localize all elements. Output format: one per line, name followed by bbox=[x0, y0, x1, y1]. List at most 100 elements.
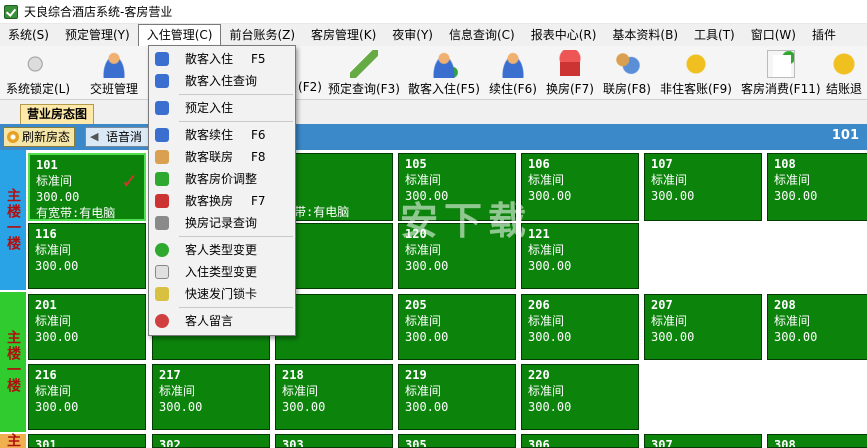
change-room-button[interactable]: 换房(F7) bbox=[546, 48, 594, 98]
menu-item-issue-key-card[interactable]: 快速发门锁卡 bbox=[149, 283, 295, 305]
room-card-206[interactable]: 206 标准间 300.00 bbox=[521, 294, 639, 360]
non-guest-account-button[interactable]: 非住客账(F9) bbox=[660, 48, 732, 98]
extend-stay-button[interactable]: 续住(F6) bbox=[489, 48, 537, 98]
menu-item-walk-in-query[interactable]: 散客入住查询 bbox=[149, 70, 295, 92]
room-amenities: 有宽带:有电脑 bbox=[36, 206, 116, 220]
room-card-108[interactable]: 108 标准间 300.00 bbox=[767, 153, 867, 221]
lock-system-button[interactable]: 系统锁定(L) bbox=[6, 48, 70, 98]
menu-item-guest-message[interactable]: 客人留言 bbox=[149, 310, 295, 332]
voice-message-button[interactable]: 语音消 bbox=[85, 127, 155, 147]
checkout-button[interactable]: 结账退 bbox=[826, 48, 862, 98]
room-card-217[interactable]: 217 标准间 300.00 bbox=[152, 364, 270, 430]
tab-room-status[interactable]: 营业房态图 bbox=[20, 104, 95, 124]
menu-item-shortcut: F5 bbox=[251, 52, 266, 66]
menu-item-label: 散客入住 bbox=[185, 52, 234, 66]
room-number: 107 bbox=[651, 157, 673, 171]
f2-button[interactable]: (F2) bbox=[296, 48, 324, 98]
menu-item-label: 散客续住 bbox=[185, 128, 234, 142]
handover-person-icon bbox=[100, 50, 128, 78]
menu-base-data[interactable]: 基本资料(B) bbox=[604, 24, 686, 46]
room-type: 标准间 bbox=[651, 314, 688, 328]
room-card-107[interactable]: 107 标准间 300.00 bbox=[644, 153, 762, 221]
menu-separator bbox=[179, 94, 293, 95]
room-card-305[interactable]: 305 bbox=[398, 434, 516, 448]
menu-checkin[interactable]: 入住管理(C) bbox=[137, 24, 222, 46]
link-room-button[interactable]: 联房(F8) bbox=[603, 48, 651, 98]
menu-item-walk-in-checkin[interactable]: 散客入住 F5 bbox=[149, 48, 295, 70]
message-icon bbox=[155, 314, 169, 328]
menu-item-rate-adjust[interactable]: 散客房价调整 bbox=[149, 168, 295, 190]
room-number: 105 bbox=[405, 157, 427, 171]
room-card-306[interactable]: 306 bbox=[521, 434, 639, 448]
room-number: 219 bbox=[405, 368, 427, 382]
menu-separator bbox=[179, 236, 293, 237]
menu-plugins[interactable]: 插件 bbox=[804, 24, 844, 46]
menu-info-query[interactable]: 信息查询(C) bbox=[441, 24, 523, 46]
room-number: 301 bbox=[35, 438, 57, 448]
room-type: 标准间 bbox=[651, 173, 688, 187]
extend-stay-icon bbox=[498, 50, 527, 78]
menu-separator bbox=[179, 307, 293, 308]
room-number: 217 bbox=[159, 368, 181, 382]
room-card-116[interactable]: 116 标准间 300.00 bbox=[28, 223, 146, 289]
room-card-205[interactable]: 205 标准间 300.00 bbox=[398, 294, 516, 360]
room-card-303[interactable]: 303 bbox=[275, 434, 393, 448]
menu-item-guest-type-change[interactable]: 客人类型变更 bbox=[149, 239, 295, 261]
menu-item-link-room[interactable]: 散客联房 F8 bbox=[149, 146, 295, 168]
add-guest-icon bbox=[429, 50, 458, 78]
menu-reports[interactable]: 报表中心(R) bbox=[523, 24, 605, 46]
menu-night-audit[interactable]: 夜审(Y) bbox=[384, 24, 441, 46]
room-card-207[interactable]: 207 标准间 300.00 bbox=[644, 294, 762, 360]
room-card-121[interactable]: 121 标准间 300.00 bbox=[521, 223, 639, 289]
room-card-218[interactable]: 218 标准间 300.00 bbox=[275, 364, 393, 430]
checkin-dropdown-menu: 散客入住 F5 散客入住查询 预定入住 散客续住 F6 散客联房 F8 散客房价… bbox=[148, 45, 296, 336]
shift-handover-button[interactable]: 交班管理 bbox=[90, 48, 138, 98]
room-number: 302 bbox=[159, 438, 181, 448]
menu-window[interactable]: 窗口(W) bbox=[743, 24, 804, 46]
room-number: 216 bbox=[35, 368, 57, 382]
room-type: 标准间 bbox=[159, 384, 196, 398]
menu-reservation[interactable]: 预定管理(Y) bbox=[57, 24, 138, 46]
room-consumption-button[interactable]: 客房消费(F11) bbox=[741, 48, 821, 98]
menu-item-reservation-checkin[interactable]: 预定入住 bbox=[149, 97, 295, 119]
refresh-status-button[interactable]: 刷新房态 bbox=[3, 127, 76, 147]
room-card-302[interactable]: 302 bbox=[152, 434, 270, 448]
room-price: 300.00 bbox=[528, 400, 572, 414]
menu-system[interactable]: 系统(S) bbox=[0, 24, 57, 46]
room-number: 220 bbox=[528, 368, 550, 382]
room-price: 300.00 bbox=[528, 259, 572, 273]
menu-item-checkin-type-change[interactable]: 入住类型变更 bbox=[149, 261, 295, 283]
menu-item-change-room-log[interactable]: 换房记录查询 bbox=[149, 212, 295, 234]
menu-item-label: 散客换房 bbox=[185, 194, 234, 208]
room-price: 300.00 bbox=[35, 400, 79, 414]
consumption-doc-icon bbox=[766, 50, 795, 78]
room-card-219[interactable]: 219 标准间 300.00 bbox=[398, 364, 516, 430]
room-card-220[interactable]: 220 标准间 300.00 bbox=[521, 364, 639, 430]
room-card-208[interactable]: 208 标准间 300.00 bbox=[767, 294, 867, 360]
menu-item-extend-stay[interactable]: 散客续住 F6 bbox=[149, 124, 295, 146]
guest-type-icon bbox=[155, 243, 169, 257]
room-card-101[interactable]: 101 标准间 300.00 有宽带:有电脑 ✓ bbox=[28, 153, 146, 221]
room-number: 121 bbox=[528, 227, 550, 241]
room-number: 307 bbox=[651, 438, 673, 448]
menu-tools[interactable]: 工具(T) bbox=[686, 24, 743, 46]
room-card-216[interactable]: 216 标准间 300.00 bbox=[28, 364, 146, 430]
f2-label: (F2) bbox=[298, 80, 322, 94]
room-card-201[interactable]: 201 标准间 300.00 bbox=[28, 294, 146, 360]
menu-item-change-room[interactable]: 散客换房 F7 bbox=[149, 190, 295, 212]
room-card-308[interactable]: 308 bbox=[767, 434, 867, 448]
window-title: 天良综合酒店系统-客房营业 bbox=[24, 5, 173, 19]
room-card-106[interactable]: 106 标准间 300.00 bbox=[521, 153, 639, 221]
room-number: 218 bbox=[282, 368, 304, 382]
menu-room-management[interactable]: 客房管理(K) bbox=[303, 24, 384, 46]
walk-in-checkin-button[interactable]: 散客入住(F5) bbox=[408, 48, 480, 98]
room-price: 300.00 bbox=[405, 330, 449, 344]
room-consumption-label: 客房消费(F11) bbox=[741, 82, 821, 96]
room-type: 标准间 bbox=[282, 384, 319, 398]
room-card-301[interactable]: 301 bbox=[28, 434, 146, 448]
room-card-307[interactable]: 307 bbox=[644, 434, 762, 448]
checkout-label: 结账退 bbox=[826, 82, 863, 96]
room-number: 206 bbox=[528, 298, 550, 312]
menu-front-desk[interactable]: 前台账务(Z) bbox=[221, 24, 303, 46]
reservation-query-button[interactable]: 预定查询(F3) bbox=[328, 48, 400, 98]
